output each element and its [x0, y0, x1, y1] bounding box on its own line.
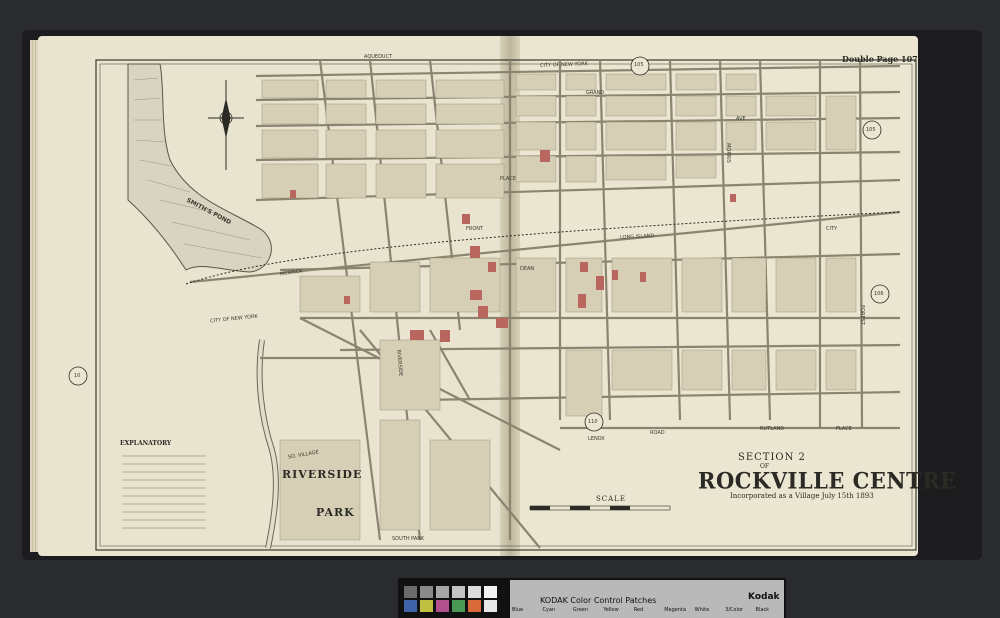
plate-number: 10: [74, 373, 81, 379]
park-label-2: PARK: [316, 506, 355, 519]
plate-number: 106: [874, 291, 884, 297]
street-label: FOREST: [858, 305, 865, 325]
swatch-black: Black: [755, 607, 770, 613]
street-label: AVE: [736, 116, 746, 122]
gray-patch: [452, 586, 465, 598]
explanatory-title: EXPLANATORY: [120, 440, 172, 447]
swatch-white: White: [694, 607, 710, 613]
map-subtitle: Incorporated as a Village July 15th 1893: [730, 492, 874, 500]
page-number: Double Page 107: [842, 54, 918, 64]
scale-label: SCALE: [596, 495, 626, 503]
street-label: LENOX: [588, 436, 605, 442]
color-patch: [468, 600, 481, 612]
swatch-yellow: Yellow: [603, 607, 619, 613]
street-label: MORRIS: [724, 143, 731, 163]
section-label: SECTION 2: [738, 452, 806, 463]
color-patch: [436, 600, 449, 612]
gray-patch: [484, 586, 497, 598]
swatch-green: Green: [572, 607, 589, 613]
street-label: RUTLAND: [760, 426, 785, 432]
swatch-blue: Blue: [512, 607, 524, 613]
street-label: PLACE: [836, 426, 852, 432]
plate-number: 105: [634, 62, 644, 68]
swatch-red: Red: [633, 607, 644, 613]
swatch-row: Blue Cyan Green Yellow Red Magenta White…: [510, 607, 784, 618]
swatch-cyan: Cyan: [542, 607, 556, 613]
swatch-3color: 3/Color: [725, 607, 743, 613]
park-label-1: RIVERSIDE: [282, 468, 363, 481]
map-title: ROCKVILLE CENTRE: [698, 467, 957, 494]
street-label: FRONT: [466, 226, 484, 232]
gray-patch: [404, 586, 417, 598]
map-graphic: [68, 56, 917, 551]
compass-rose: [208, 80, 244, 170]
street-label: DEAN: [520, 266, 535, 272]
gray-patch: [420, 586, 433, 598]
kodak-logo: Kodak: [748, 592, 780, 602]
color-patch: [420, 600, 433, 612]
gray-patch: [468, 586, 481, 598]
street-label: PLACE: [500, 176, 516, 182]
plate-number: 105: [866, 127, 876, 133]
color-patch: [484, 600, 497, 612]
smiths-pond: [127, 63, 272, 273]
scale-bar: [529, 505, 671, 511]
street-label: SOUTH PARK: [392, 536, 425, 542]
swatch-magenta: Magenta: [664, 607, 687, 613]
street-label: ROAD: [650, 430, 665, 436]
color-patch: [452, 600, 465, 612]
gray-patch: [436, 586, 449, 598]
street-label: GRAND: [586, 90, 605, 96]
color-patch: [404, 600, 417, 612]
explanatory-box: [122, 455, 206, 529]
kodak-patches-label: KODAK Color Control Patches: [540, 596, 657, 605]
plate-number: 110: [588, 419, 598, 425]
street-label: CITY: [826, 226, 838, 232]
street-label: AQUEDUCT: [364, 54, 393, 60]
